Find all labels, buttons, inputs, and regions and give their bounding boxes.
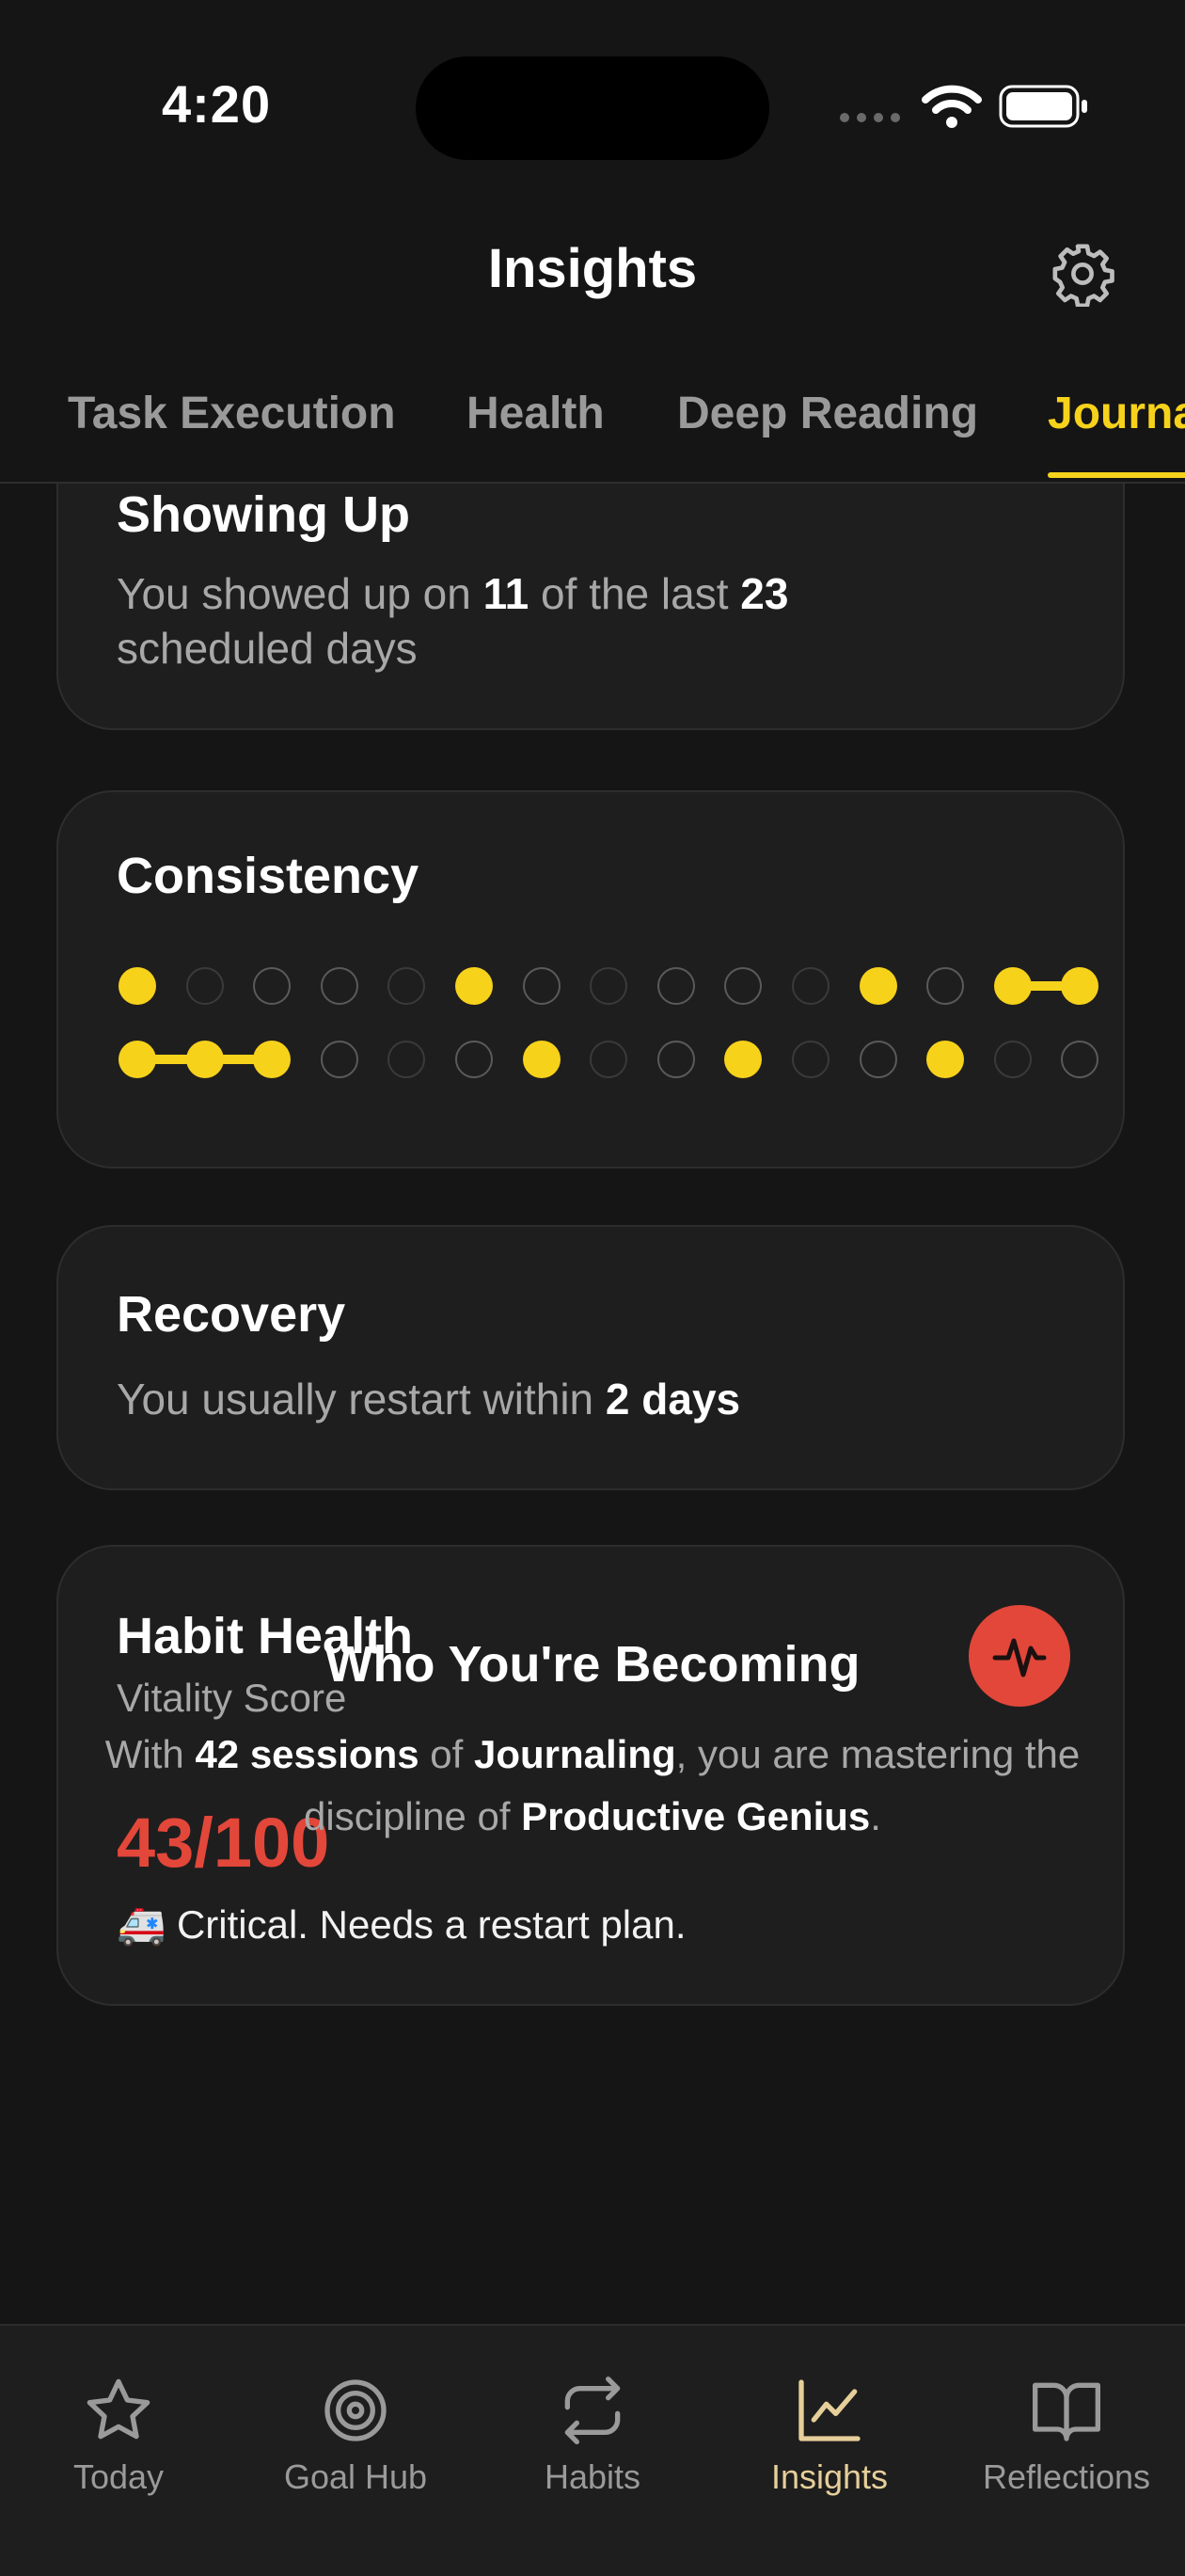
book-icon xyxy=(1033,2382,1100,2441)
day-dot-missed xyxy=(590,1041,628,1078)
tab-deep-reading[interactable]: Deep Reading xyxy=(677,388,978,439)
session-count: 42 sessions xyxy=(195,1732,419,1776)
recovery-text: You usually restart within 2 days xyxy=(117,1375,741,1423)
page-title: Insights xyxy=(487,238,698,299)
nav-insights[interactable]: Insights xyxy=(711,2326,948,2514)
day-dot-completed xyxy=(185,1041,224,1078)
day-dot-completed xyxy=(118,1041,156,1078)
day-dot-missed xyxy=(859,1041,897,1078)
day-dot-completed xyxy=(926,1041,965,1078)
gear-icon[interactable] xyxy=(1050,241,1115,307)
ambulance-icon: 🚑 xyxy=(117,1902,166,1947)
day-dot-missed xyxy=(387,1041,426,1078)
signal-icon xyxy=(840,113,900,122)
day-dot-missed xyxy=(792,1041,830,1078)
shown-days-count: 11 xyxy=(482,569,529,618)
day-dot-missed xyxy=(590,967,628,1005)
day-dot-completed xyxy=(1061,967,1099,1005)
day-dot-missed xyxy=(522,967,561,1005)
status-time: 4:20 xyxy=(162,74,272,134)
showing-up-text: You showed up on 11 of the last 23 schedu… xyxy=(117,569,789,673)
day-dot-completed xyxy=(724,1041,763,1078)
tab-bar: Task Execution Health Deep Reading Journ… xyxy=(0,376,1185,484)
active-tab-indicator xyxy=(1048,472,1185,478)
day-dot-missed xyxy=(455,1041,493,1078)
health-status: 🚑 Critical. Needs a restart plan. xyxy=(117,1902,687,1947)
day-dot-completed xyxy=(118,967,156,1005)
status-bar: 4:20 xyxy=(0,0,1185,188)
becoming-title: Who You're Becoming xyxy=(324,1636,861,1693)
dynamic-island xyxy=(416,56,769,160)
consistency-row-2 xyxy=(115,1041,1130,1097)
showing-up-title: Showing Up xyxy=(117,486,410,543)
day-dot-missed xyxy=(993,1041,1032,1078)
day-dot-missed xyxy=(656,967,695,1005)
consistency-title: Consistency xyxy=(117,848,419,904)
consistency-row-1 xyxy=(115,967,1130,1024)
battery-icon xyxy=(999,85,1087,128)
chart-icon xyxy=(798,2379,861,2441)
tab-task-execution[interactable]: Task Execution xyxy=(68,388,396,439)
becoming-text: With 42 sessions of Journaling, you are … xyxy=(104,1732,1081,1838)
habit-name: Journaling xyxy=(473,1732,676,1776)
day-dot-missed xyxy=(320,1041,358,1078)
wifi-icon xyxy=(922,85,982,128)
tab-health[interactable]: Health xyxy=(466,388,605,439)
day-dot-missed xyxy=(185,967,224,1005)
target-icon xyxy=(324,2379,387,2441)
nav-today[interactable]: Today xyxy=(0,2326,237,2514)
showing-up-card: Showing Up You showed up on 11 of the la… xyxy=(56,484,1125,730)
trait-name: Productive Genius xyxy=(521,1794,871,1838)
repeat-icon xyxy=(564,2377,621,2444)
day-dot-completed xyxy=(253,1041,292,1078)
day-dot-completed xyxy=(522,1041,561,1078)
day-dot-completed xyxy=(455,967,493,1005)
day-dot-missed xyxy=(253,967,292,1005)
nav-habits[interactable]: Habits xyxy=(474,2326,711,2514)
total-days-count: 23 xyxy=(740,569,789,618)
nav-reflections[interactable]: Reflections xyxy=(948,2326,1185,2514)
day-dot-missed xyxy=(656,1041,695,1078)
day-dot-missed xyxy=(1061,1041,1099,1078)
day-dot-missed xyxy=(387,967,426,1005)
day-dot-missed xyxy=(724,967,763,1005)
tab-journaling[interactable]: Journaling xyxy=(1048,388,1185,439)
day-dot-missed xyxy=(320,967,358,1005)
star-icon xyxy=(87,2378,150,2440)
nav-goal-hub[interactable]: Goal Hub xyxy=(237,2326,474,2514)
consistency-card: Consistency xyxy=(56,790,1125,1169)
day-dot-completed xyxy=(993,967,1032,1005)
day-dot-missed xyxy=(926,967,965,1005)
recovery-title: Recovery xyxy=(117,1286,346,1343)
recovery-days: 2 days xyxy=(605,1375,741,1423)
day-dot-completed xyxy=(859,967,897,1005)
insights-scroll-area[interactable]: Showing Up You showed up on 11 of the la… xyxy=(0,484,1185,2324)
bottom-nav: Today Goal Hub Habits Insights Reflectio… xyxy=(0,2324,1185,2576)
day-dot-missed xyxy=(792,967,830,1005)
recovery-card: Recovery You usually restart within 2 da… xyxy=(56,1225,1125,1490)
